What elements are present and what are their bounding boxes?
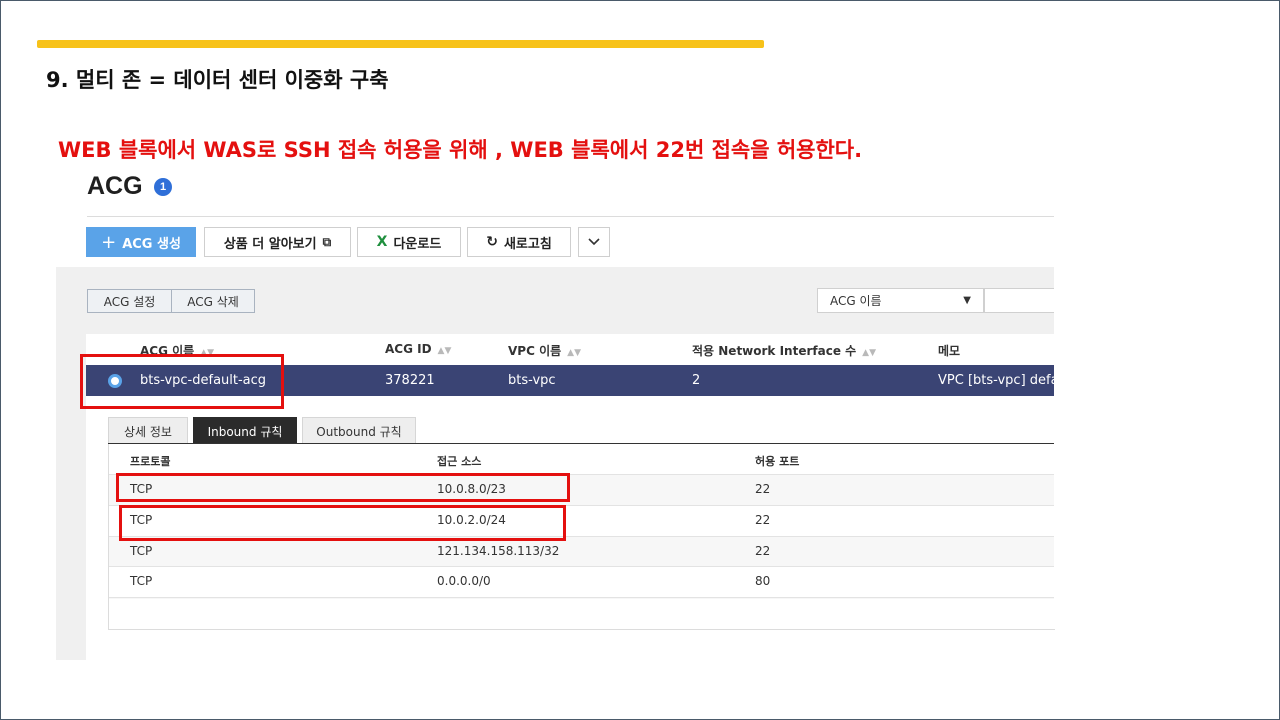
page-title: ACG [87,172,143,200]
highlight-box-inbound-rule-2 [119,505,566,541]
filter-search-input[interactable] [984,288,1054,313]
learn-more-button[interactable]: 상품 더 알아보기 ⧉ [204,227,351,257]
inbound-header-port: 허용 포트 [755,455,800,468]
title-divider [87,216,1054,217]
cell-ni-count: 2 [692,373,701,388]
excel-icon: X [376,234,388,250]
highlight-box-inbound-rule-1 [116,473,570,502]
acg-settings-button[interactable]: ACG 설정 [87,289,172,313]
chevron-down-icon [588,238,600,246]
filter-select[interactable]: ACG 이름 ▼ [817,288,984,313]
inbound-port: 80 [755,574,771,588]
download-button[interactable]: X 다운로드 [357,227,461,257]
column-header-vpc-name[interactable]: VPC 이름 ▲▼ [508,342,581,359]
external-link-icon: ⧉ [322,234,332,249]
cell-memo: VPC [bts-vpc] defaul [938,373,1054,388]
column-header-memo: 메모 [938,344,961,358]
download-label: 다운로드 [393,236,442,252]
refresh-button[interactable]: ↻ 새로고침 [467,227,571,257]
inbound-source: 121.134.158.113/32 [437,544,560,558]
sort-icon: ▲▼ [437,346,452,356]
inbound-port: 22 [755,482,771,496]
refresh-icon: ↻ [486,234,498,250]
inbound-protocol: TCP [130,574,153,588]
tab-detail-info[interactable]: 상세 정보 [108,417,188,444]
info-badge[interactable]: 1 [154,178,172,196]
table-row [109,566,1054,597]
inbound-port: 22 [755,513,771,527]
acg-delete-button[interactable]: ACG 삭제 [171,289,255,313]
slide-headline: WEB 블록에서 WAS로 SSH 접속 허용을 위해 , WEB 블록에서 2… [58,138,863,162]
filter-select-value: ACG 이름 [830,294,882,308]
inbound-header-protocol: 프로토콜 [130,455,171,468]
tab-inbound-rules[interactable]: Inbound 규칙 [193,417,297,444]
accent-bar [37,40,764,48]
tab-outbound-rules[interactable]: Outbound 규칙 [302,417,416,444]
caret-down-icon: ▼ [963,295,971,306]
inbound-port: 22 [755,544,771,558]
create-acg-button[interactable]: + ACG 생성 [86,227,196,257]
table-row-divider [109,597,1054,599]
plus-icon: + [101,231,117,253]
create-acg-label: ACG 생성 [122,236,181,252]
cell-vpc-name: bts-vpc [508,373,556,388]
learn-more-label: 상품 더 알아보기 [223,236,317,252]
inbound-source: 0.0.0.0/0 [437,574,491,588]
cell-acg-id: 378221 [385,373,435,388]
inbound-protocol: TCP [130,544,153,558]
slide-title: 9. 멀티 존 = 데이터 센터 이중화 구축 [46,68,389,92]
sort-icon: ▲▼ [567,348,581,358]
refresh-label: 새로고침 [503,236,552,252]
column-header-ni-count[interactable]: 적용 Network Interface 수 ▲▼ [692,342,876,359]
sort-icon: ▲▼ [862,348,877,358]
column-header-acg-id[interactable]: ACG ID ▲▼ [385,342,451,356]
inbound-header-source: 접근 소스 [437,455,482,468]
highlight-box-acg-row [80,354,284,409]
more-options-button[interactable] [578,227,610,257]
